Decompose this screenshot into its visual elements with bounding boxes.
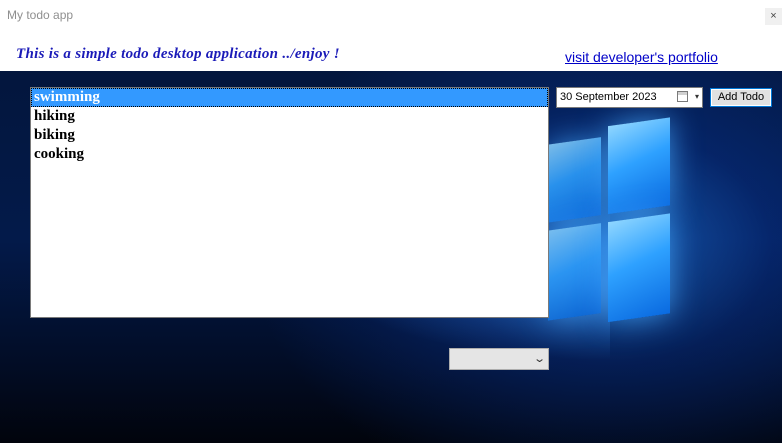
date-value: 30 September 2023: [560, 91, 657, 103]
list-item[interactable]: hiking: [31, 107, 548, 126]
logo-pane: [608, 117, 670, 215]
close-button[interactable]: ×: [765, 8, 782, 25]
list-item[interactable]: biking: [31, 126, 548, 145]
chevron-down-icon[interactable]: ▾: [695, 92, 699, 101]
add-todo-button[interactable]: Add Todo: [710, 88, 772, 107]
chevron-down-icon[interactable]: ⌄: [533, 352, 546, 365]
list-item[interactable]: swimming: [31, 88, 548, 107]
tagline: This is a simple todo desktop applicatio…: [16, 46, 340, 62]
list-item[interactable]: cooking: [31, 145, 548, 164]
todo-listbox[interactable]: swimming hiking biking cooking: [30, 87, 549, 318]
windows-logo: [548, 107, 670, 346]
close-icon: ×: [770, 10, 777, 22]
window-title: My todo app: [7, 8, 74, 22]
logo-pane: [608, 213, 670, 323]
calendar-icon[interactable]: [677, 91, 688, 102]
desktop-background: swimming hiking biking cooking 30 Septem…: [0, 71, 782, 443]
title-bar: My todo app ×: [0, 0, 782, 30]
header: This is a simple todo desktop applicatio…: [0, 30, 782, 71]
portfolio-link[interactable]: visit developer's portfolio: [565, 49, 718, 65]
combo-box[interactable]: ⌄: [449, 348, 549, 370]
logo-pane: [548, 137, 601, 223]
date-picker[interactable]: 30 September 2023 ▾: [556, 87, 703, 108]
logo-pane: [548, 223, 601, 321]
